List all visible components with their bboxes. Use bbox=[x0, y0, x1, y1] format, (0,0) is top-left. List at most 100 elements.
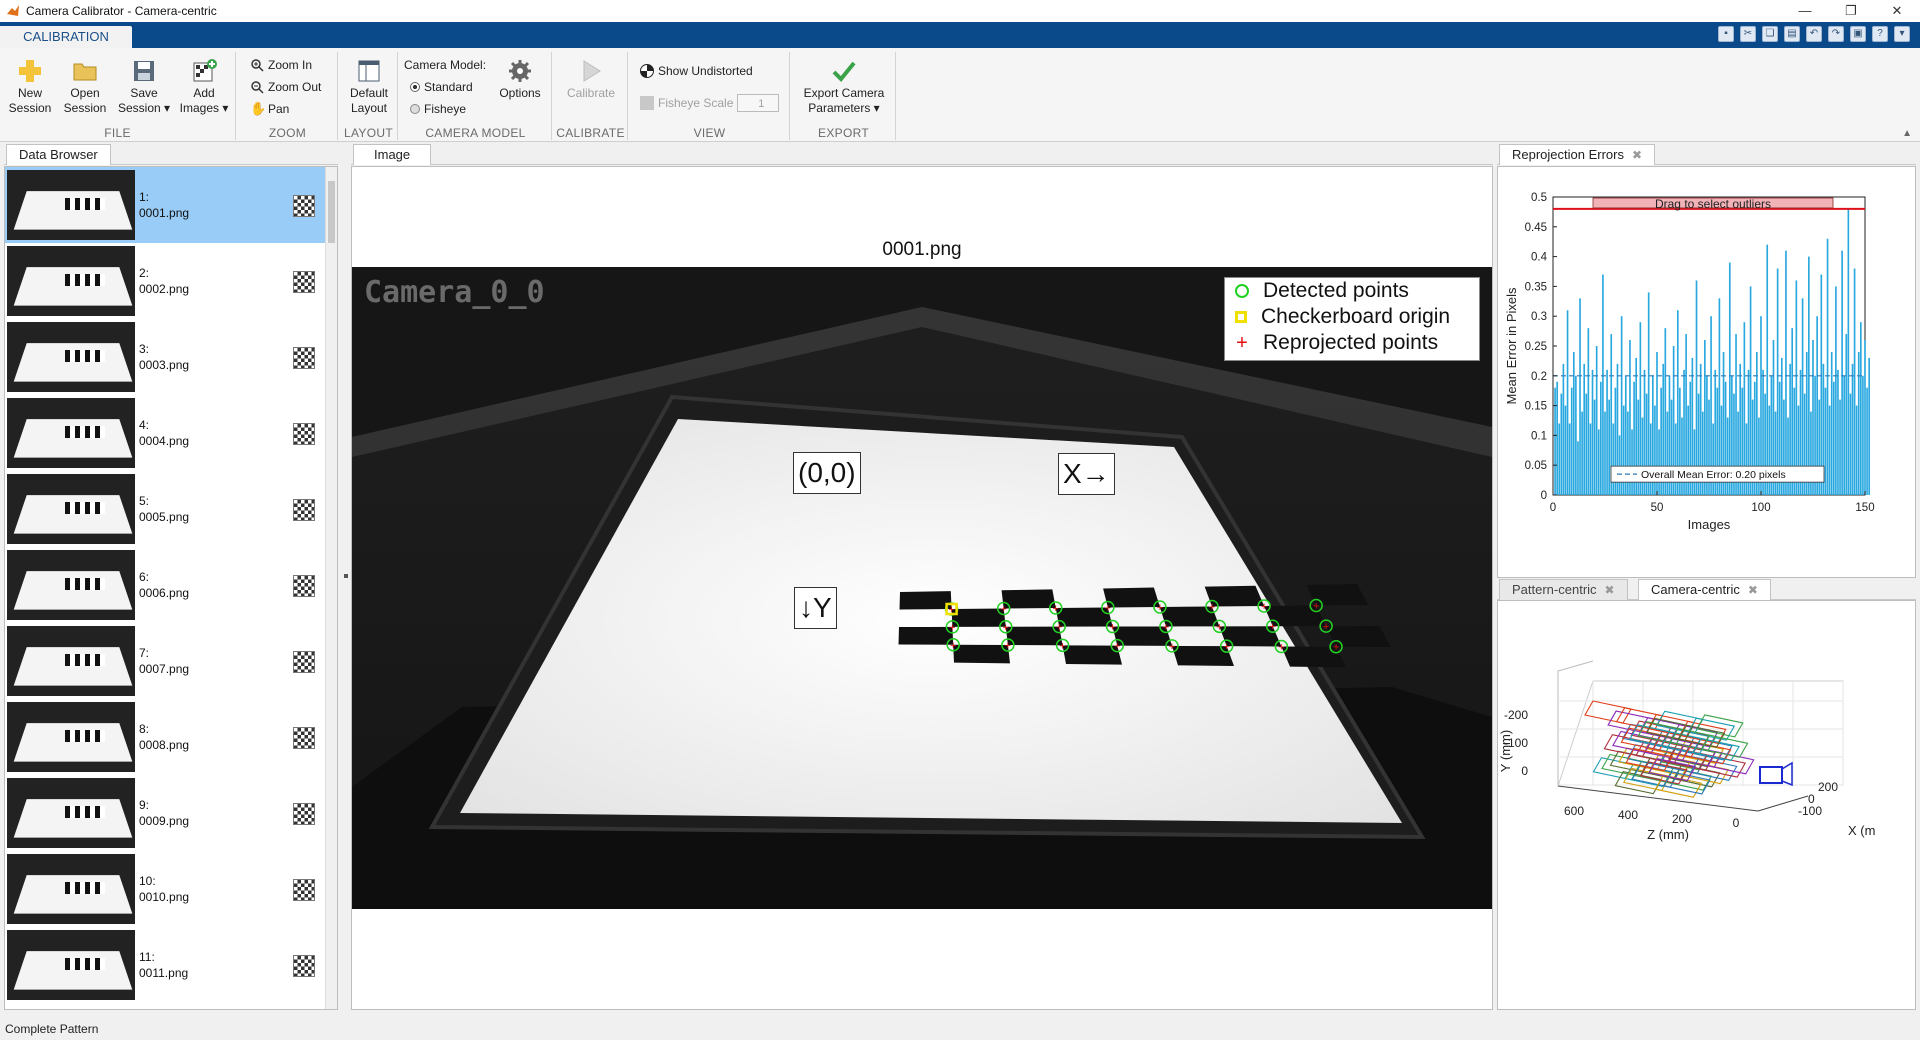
folder-icon bbox=[73, 63, 97, 81]
image-filename: 0001.png bbox=[139, 206, 190, 220]
help-icon[interactable]: ? bbox=[1872, 26, 1888, 42]
extrinsics-3d-plot[interactable]: -200-1000600 400 200 02000-100Z (mm) X (mY (… bbox=[1498, 601, 1915, 1009]
cut-quick-icon[interactable]: ✂ bbox=[1740, 26, 1756, 42]
list-item[interactable]: 4: 0004.png bbox=[5, 395, 327, 471]
tab-camera-centric[interactable]: Camera-centric ✖ bbox=[1638, 579, 1771, 600]
image-filename: 0011.png bbox=[139, 966, 189, 980]
hand-icon: ✋ bbox=[250, 101, 267, 116]
error-bar bbox=[1849, 393, 1852, 495]
zoom-in-button[interactable]: Zoom In bbox=[250, 56, 312, 74]
error-bar bbox=[1860, 322, 1862, 495]
options-quick-icon[interactable]: ▾ bbox=[1894, 26, 1910, 42]
list-item[interactable]: 11: 0011.png bbox=[5, 927, 327, 1003]
tab-pattern-centric[interactable]: Pattern-centric ✖ bbox=[1499, 579, 1628, 600]
tab-reprojection-errors[interactable]: Reprojection Errors ✖ bbox=[1499, 144, 1656, 165]
switch-windows-icon[interactable]: ▣ bbox=[1850, 26, 1866, 42]
error-bar bbox=[1597, 429, 1600, 495]
pan-button[interactable]: ✋ Pan bbox=[250, 100, 289, 118]
error-bar bbox=[1837, 369, 1839, 495]
list-item[interactable]: 3: 0003.png bbox=[5, 319, 327, 395]
error-bar bbox=[1577, 441, 1579, 495]
gear-icon bbox=[509, 60, 531, 82]
error-bar bbox=[1855, 405, 1858, 495]
error-bar bbox=[1795, 280, 1798, 495]
y-tick-label: 0.5 bbox=[1531, 192, 1547, 204]
new-session-button[interactable]: New Session bbox=[2, 54, 58, 124]
checkerboard-icon bbox=[293, 271, 315, 293]
restore-button[interactable]: ❐ bbox=[1828, 0, 1874, 22]
reprojected-point: + bbox=[1056, 622, 1062, 634]
checker-square bbox=[953, 644, 1010, 664]
error-bar bbox=[1604, 411, 1606, 495]
close-tab-icon[interactable]: ✖ bbox=[1632, 148, 1642, 162]
reprojected-point: + bbox=[1323, 621, 1329, 633]
reprojection-error-chart[interactable]: Drag to select outliers Overall Mean Erro… bbox=[1498, 167, 1915, 577]
play-icon bbox=[583, 60, 601, 82]
fisheye-scale-control[interactable]: Fisheye Scale 1 bbox=[640, 94, 780, 112]
error-bar bbox=[1600, 381, 1602, 495]
fisheye-radio[interactable]: Fisheye bbox=[410, 100, 466, 118]
reprojected-point: + bbox=[1163, 621, 1169, 633]
y-tick-label: -200 bbox=[1504, 708, 1528, 722]
list-item[interactable]: 5: 0005.png bbox=[5, 471, 327, 547]
error-bar bbox=[1566, 310, 1569, 495]
standard-radio[interactable]: Standard bbox=[410, 78, 473, 96]
add-images-button[interactable]: Add Images ▾ bbox=[176, 54, 232, 124]
close-button[interactable]: ✕ bbox=[1874, 0, 1920, 22]
y-tick-label: 0.3 bbox=[1531, 311, 1547, 323]
checkerboard-icon bbox=[293, 651, 315, 673]
ribbon: New Session Open Session Save Session ▾ … bbox=[0, 48, 1920, 142]
error-bar bbox=[1560, 393, 1563, 495]
paste-quick-icon[interactable]: ▤ bbox=[1784, 26, 1800, 42]
close-tab-icon[interactable]: ✖ bbox=[1748, 583, 1758, 597]
tab-data-browser[interactable]: Data Browser bbox=[6, 144, 111, 165]
error-bar bbox=[1835, 286, 1837, 495]
reprojection-errors-panel: Drag to select outliers Overall Mean Erro… bbox=[1497, 166, 1916, 578]
list-item[interactable]: 1: 0001.png bbox=[5, 167, 327, 243]
browser-scrollbar[interactable] bbox=[325, 167, 337, 1009]
collapse-ribbon-icon[interactable]: ▲ bbox=[1902, 128, 1912, 139]
show-undistorted-button[interactable]: Show Undistorted bbox=[640, 62, 753, 80]
tab-image[interactable]: Image bbox=[353, 144, 432, 165]
reprojected-point: + bbox=[1005, 640, 1011, 652]
list-item[interactable]: 7: 0007.png bbox=[5, 623, 327, 699]
camera-model-group: Camera Model: Standard Fisheye Options C… bbox=[400, 52, 552, 140]
copy-quick-icon[interactable]: ❏ bbox=[1762, 26, 1778, 42]
list-item[interactable]: 10: 0010.png bbox=[5, 851, 327, 927]
tab-calibration[interactable]: CALIBRATION bbox=[0, 26, 132, 48]
image-thumbnail bbox=[7, 474, 135, 544]
error-bar bbox=[1608, 399, 1610, 495]
save-quick-icon[interactable]: ▪ bbox=[1718, 26, 1734, 42]
error-bar bbox=[1712, 423, 1714, 495]
export-camera-parameters-button[interactable]: Export Camera Parameters ▾ bbox=[798, 54, 890, 124]
redo-quick-icon[interactable]: ↷ bbox=[1828, 26, 1844, 42]
y-axis-label: Y (mm) bbox=[1498, 730, 1513, 772]
open-session-button[interactable]: Open Session bbox=[57, 54, 113, 124]
calibrate-button[interactable]: Calibrate bbox=[563, 54, 619, 124]
calibrate-group: Calibrate CALIBRATE bbox=[554, 52, 628, 140]
title-bar: Camera Calibrator - Camera-centric — ❐ ✕ bbox=[0, 0, 1920, 22]
z-axis-label: Z (mm) bbox=[1647, 827, 1689, 842]
list-item[interactable]: 8: 0008.png bbox=[5, 699, 327, 775]
scrollbar-thumb[interactable] bbox=[328, 181, 335, 243]
error-bar bbox=[1718, 298, 1721, 495]
panel-splitter[interactable] bbox=[344, 574, 348, 578]
image-index: 2: bbox=[139, 266, 150, 280]
calibration-image[interactable]: + + + + + + + + + + + + + + + + + + + + + + + + Camera_0_0 Dete… bbox=[352, 267, 1492, 909]
list-item[interactable]: 2: 0002.png bbox=[5, 243, 327, 319]
fisheye-scale-spinner[interactable]: 1 bbox=[737, 94, 780, 112]
minimize-button[interactable]: — bbox=[1782, 0, 1828, 22]
list-item[interactable]: 9: 0009.png bbox=[5, 775, 327, 851]
close-tab-icon[interactable]: ✖ bbox=[1605, 583, 1615, 597]
checkerboard-icon bbox=[293, 879, 315, 901]
default-layout-button[interactable]: Default Layout bbox=[341, 54, 397, 124]
checkerboard-icon bbox=[293, 727, 315, 749]
checkerboard-icon bbox=[293, 499, 315, 521]
reprojected-point: + bbox=[1157, 602, 1163, 614]
undo-quick-icon[interactable]: ↶ bbox=[1806, 26, 1822, 42]
zoom-out-button[interactable]: Zoom Out bbox=[250, 78, 321, 96]
save-session-button[interactable]: Save Session ▾ bbox=[116, 54, 172, 124]
image-thumbnail bbox=[7, 322, 135, 392]
options-button[interactable]: Options bbox=[492, 54, 548, 124]
list-item[interactable]: 6: 0006.png bbox=[5, 547, 327, 623]
